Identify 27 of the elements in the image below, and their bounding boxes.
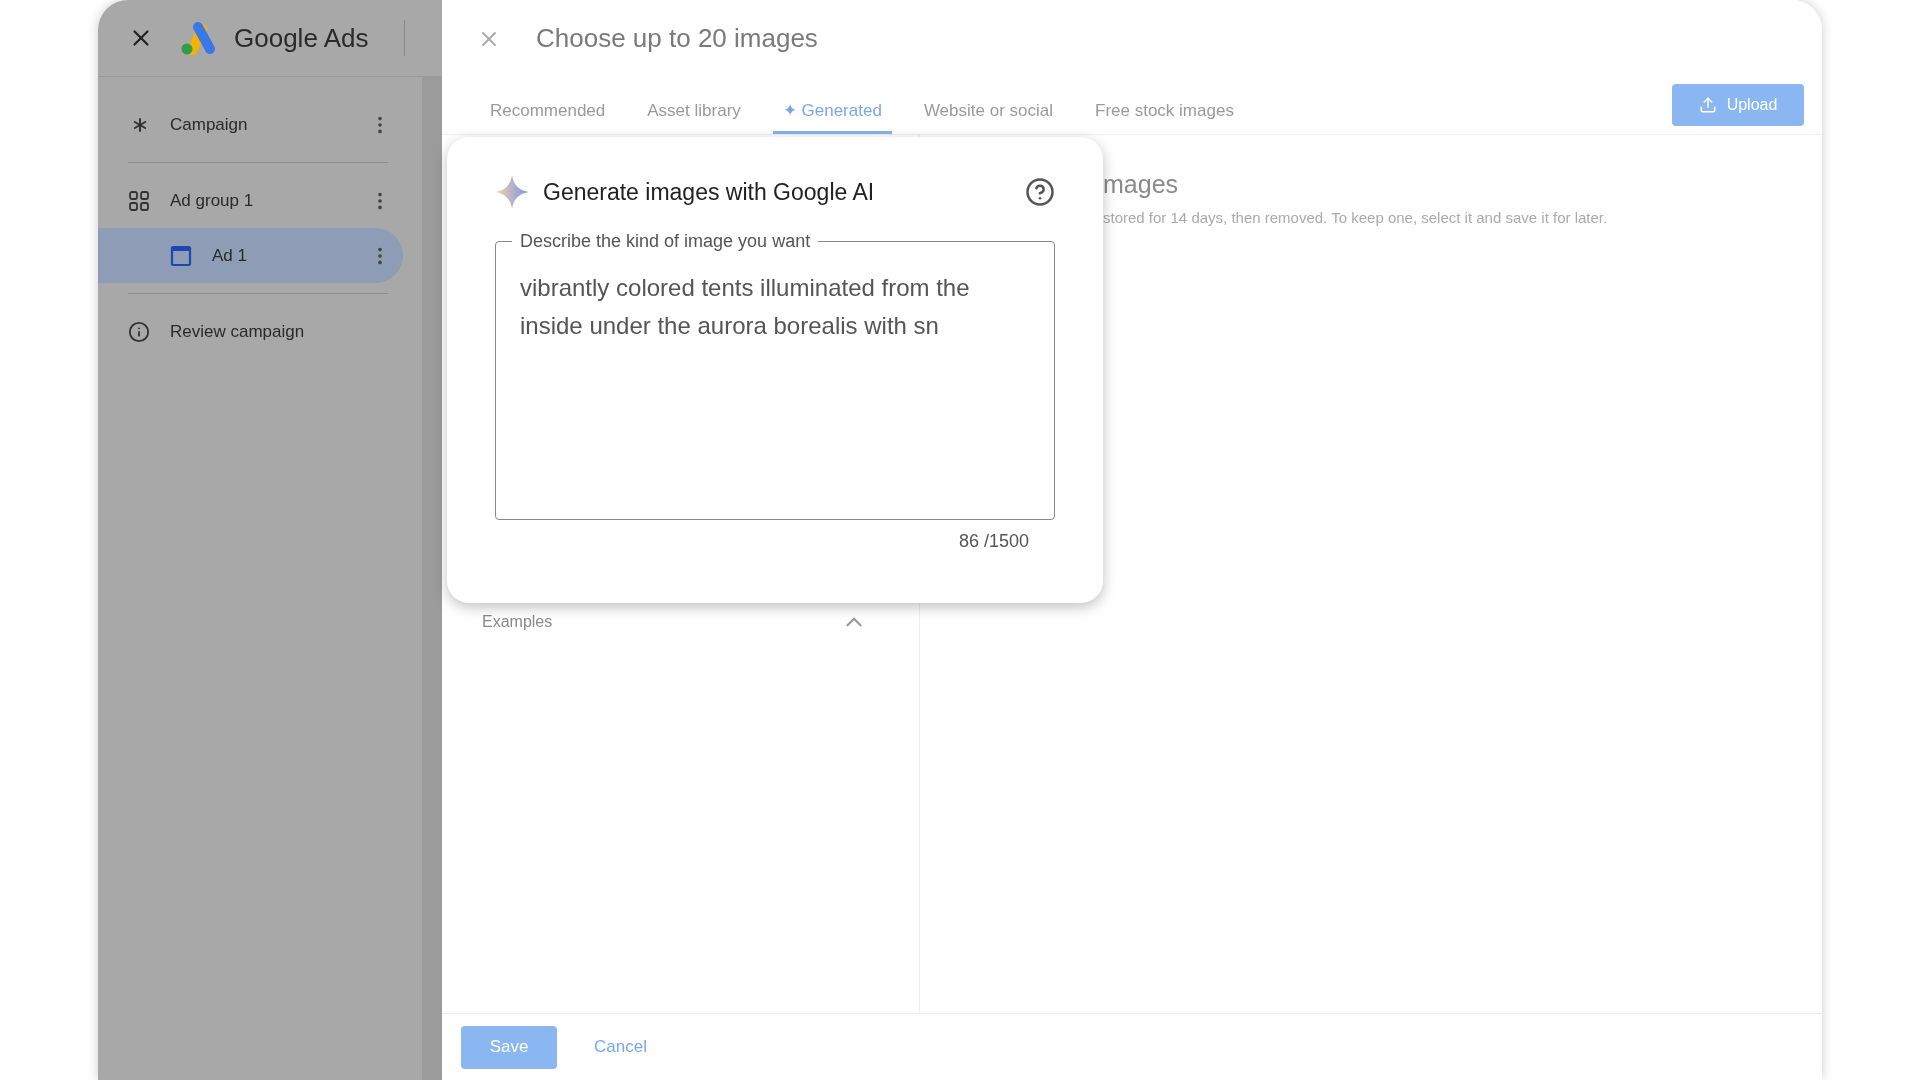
nav-item[interactable]: Review campaign bbox=[98, 304, 403, 359]
prompt-field[interactable]: vibrantly colored tents illuminated from the inside under the aurora borealis with sn bbox=[520, 268, 1030, 505]
card-title: Generate images with Google AI bbox=[543, 178, 876, 207]
grid-icon bbox=[128, 189, 150, 212]
tab[interactable]: ✦ Generated bbox=[772, 91, 892, 134]
upload-button[interactable]: Upload bbox=[1672, 84, 1804, 126]
help-icon[interactable] bbox=[1025, 177, 1055, 208]
window-icon bbox=[170, 244, 192, 267]
cancel-button[interactable]: Cancel bbox=[586, 1027, 655, 1067]
character-counter: 86 /1500 bbox=[958, 529, 1029, 553]
info-icon bbox=[128, 320, 150, 343]
dialog-title: Choose up to 20 images bbox=[536, 22, 818, 55]
tab[interactable]: Website or social bbox=[913, 91, 1063, 134]
section-heading: mages bbox=[1103, 169, 1180, 199]
upload-icon bbox=[1698, 96, 1717, 114]
examples-label: Examples bbox=[482, 612, 553, 632]
save-button[interactable]: Save bbox=[461, 1025, 557, 1069]
nav-item[interactable]: Ad 1 bbox=[98, 228, 403, 283]
app-title: Google Ads bbox=[234, 21, 369, 55]
sparkle-icon bbox=[495, 175, 529, 210]
field-label: Describe the kind of image you want bbox=[520, 230, 811, 251]
nav-item[interactable]: Ad group 1 bbox=[98, 173, 403, 228]
nav-item[interactable]: Campaign bbox=[98, 97, 403, 152]
tab[interactable]: Asset library bbox=[637, 91, 751, 134]
tab[interactable]: Recommended bbox=[480, 91, 616, 134]
tab[interactable]: Free stock images bbox=[1085, 91, 1244, 134]
note-text: stored for 14 days, then removed. To keep one, select it and save it for later. bbox=[1103, 208, 1609, 228]
